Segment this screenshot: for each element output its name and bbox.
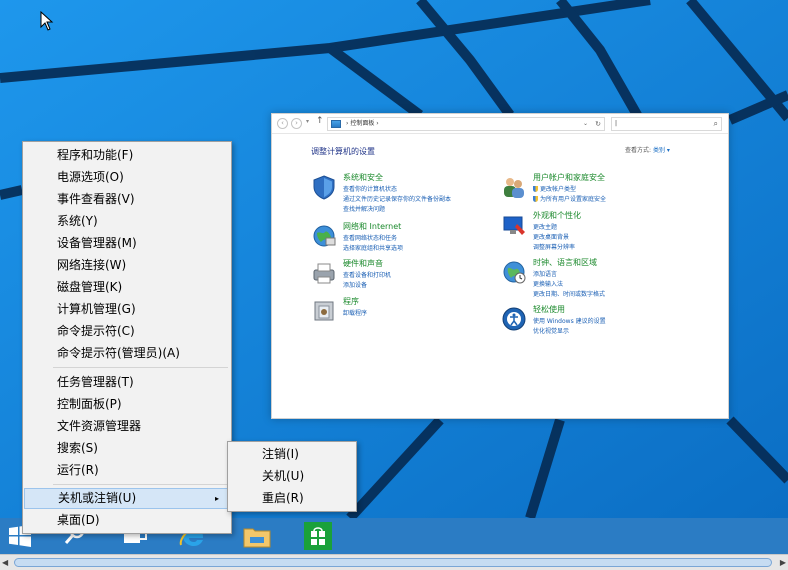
menu-item-label: 关机或注销(U) [58,491,137,505]
menu-item-desktop[interactable]: 桌面(D) [24,510,230,531]
category-title[interactable]: 用户帐户和家庭安全 [533,172,605,183]
mouse-cursor-icon [40,11,54,31]
shield-icon [313,175,335,200]
category-link[interactable]: 更改主题 [533,222,557,231]
menu-item-command-prompt-admin[interactable]: 命令提示符(管理员)(A) [24,343,230,364]
refresh-icon[interactable]: ↻ [595,118,601,130]
menu-separator [53,367,228,368]
category-network-internet[interactable]: 网络和 Internet 查看网络状态和任务 选择家庭组和共享选项 [311,221,501,261]
category-link-text: 为所有用户设置家庭安全 [540,196,607,203]
scroll-right-icon[interactable]: ▶ [780,558,786,567]
printer-icon [313,263,335,284]
menu-item-disk-management[interactable]: 磁盘管理(K) [24,277,230,298]
store-icon[interactable] [303,521,333,551]
category-link[interactable]: 查看你的计算机状态 [343,184,397,193]
submenu-item-sign-out[interactable]: 注销(I) [229,444,355,465]
category-programs[interactable]: 程序 卸载程序 [311,296,501,336]
menu-item-run[interactable]: 运行(R) [24,460,230,481]
category-link[interactable]: 添加语言 [533,269,557,278]
category-title[interactable]: 网络和 Internet [343,221,401,232]
control-panel-icon [331,120,341,128]
category-link[interactable]: 调整屏幕分辨率 [533,242,575,251]
menu-item-computer-management[interactable]: 计算机管理(G) [24,299,230,320]
menu-item-shutdown-signout[interactable]: 关机或注销(U) ▸ [24,488,230,509]
category-appearance[interactable]: 外观和个性化 更改主题 更改桌面背景 调整屏幕分辨率 [501,210,691,251]
scroll-left-icon[interactable]: ◀ [2,558,8,567]
category-clock-language-region[interactable]: 时钟、语言和区域 添加语言 更换输入法 更改日期、时间或数字格式 [501,257,691,298]
scrollbar-thumb[interactable] [14,558,772,567]
address-path[interactable]: › 控制面板 › ⌄ ↻ [327,117,605,131]
view-by[interactable]: 查看方式: 类别 ▾ [625,145,670,154]
category-title[interactable]: 硬件和声音 [343,258,383,269]
view-by-dropdown[interactable]: 类别 ▾ [653,147,670,154]
address-dropdown-icon[interactable]: ⌄ [583,118,588,130]
category-link-text: 更改帐户类型 [540,186,577,193]
appearance-icon [503,216,525,235]
programs-icon [314,301,334,321]
search-icon[interactable]: ⌕ [714,118,718,130]
shutdown-submenu: 注销(I) 关机(U) 重启(R) [227,441,357,512]
category-link[interactable]: 使用 Windows 建议的设置 [533,316,606,325]
category-hardware-sound[interactable]: 硬件和声音 查看设备和打印机 添加设备 [311,258,501,298]
category-title[interactable]: 时钟、语言和区域 [533,257,597,268]
menu-item-network-connections[interactable]: 网络连接(W) [24,255,230,276]
category-link[interactable]: 查看设备和打印机 [343,270,391,279]
menu-item-system[interactable]: 系统(Y) [24,211,230,232]
category-link[interactable]: 优化视觉显示 [533,326,569,335]
category-link[interactable]: 为所有用户设置家庭安全 [533,194,606,203]
breadcrumb-sep-icon: › [346,120,349,127]
page-title: 调整计算机的设置 [311,147,375,156]
menu-item-command-prompt[interactable]: 命令提示符(C) [24,321,230,342]
users-icon [504,178,524,198]
menu-item-file-explorer[interactable]: 文件资源管理器 [24,416,230,437]
recent-dropdown-icon[interactable]: ▾ [306,118,309,125]
address-bar: ‹ › ▾ ↑ › 控制面板 › ⌄ ↻ | ⌕ [272,114,728,134]
category-link[interactable]: 查看网络状态和任务 [343,233,397,242]
submenu-arrow-icon: ▸ [214,494,219,503]
uac-shield-icon [533,186,538,192]
category-title[interactable]: 系统和安全 [343,172,383,183]
submenu-item-shut-down[interactable]: 关机(U) [229,466,355,487]
menu-item-task-manager[interactable]: 任务管理器(T) [24,372,230,393]
category-link[interactable]: 更改日期、时间或数字格式 [533,289,605,298]
category-title[interactable]: 程序 [343,296,359,307]
category-link[interactable]: 查找并解决问题 [343,204,385,213]
category-link[interactable]: 添加设备 [343,280,367,289]
submenu-item-restart[interactable]: 重启(R) [229,488,355,509]
category-user-accounts[interactable]: 用户帐户和家庭安全 更改帐户类型 为所有用户设置家庭安全 [501,172,691,212]
control-panel-window[interactable]: ‹ › ▾ ↑ › 控制面板 › ⌄ ↻ | ⌕ 调整计算机的设置 查看方式: … [271,113,729,419]
back-button[interactable]: ‹ [277,118,288,129]
category-link[interactable]: 卸载程序 [343,308,367,317]
network-icon [313,225,336,247]
breadcrumb-sep-icon: › [376,120,379,127]
winx-context-menu: 程序和功能(F) 电源选项(O) 事件查看器(V) 系统(Y) 设备管理器(M)… [22,141,232,534]
category-link[interactable]: 选择家庭组和共享选项 [343,243,403,252]
search-input[interactable]: | ⌕ [611,117,722,131]
menu-item-control-panel[interactable]: 控制面板(P) [24,394,230,415]
ease-of-access-icon [502,307,526,331]
category-title[interactable]: 外观和个性化 [533,210,581,221]
menu-item-device-manager[interactable]: 设备管理器(M) [24,233,230,254]
up-button[interactable]: ↑ [316,116,324,126]
menu-item-power-options[interactable]: 电源选项(O) [24,167,230,188]
menu-item-search[interactable]: 搜索(S) [24,438,230,459]
category-title[interactable]: 轻松使用 [533,304,565,315]
category-link[interactable]: 通过文件历史记录保存你的文件备份副本 [343,194,451,203]
forward-button[interactable]: › [291,118,302,129]
category-link[interactable]: 更换输入法 [533,279,563,288]
horizontal-scrollbar[interactable]: ◀ ▶ [0,554,788,570]
menu-item-programs-features[interactable]: 程序和功能(F) [24,145,230,166]
category-ease-of-access[interactable]: 轻松使用 使用 Windows 建议的设置 优化视觉显示 [501,304,691,344]
file-explorer-icon[interactable] [242,521,272,551]
uac-shield-icon [533,196,538,202]
clock-globe-icon [503,261,526,284]
view-by-label: 查看方式: [625,147,652,154]
menu-item-event-viewer[interactable]: 事件查看器(V) [24,189,230,210]
menu-separator [53,484,228,485]
category-link[interactable]: 更改桌面背景 [533,232,569,241]
category-system-security[interactable]: 系统和安全 查看你的计算机状态 通过文件历史记录保存你的文件备份副本 查找并解决… [311,172,501,213]
breadcrumb-control-panel[interactable]: 控制面板 [350,120,374,127]
category-link[interactable]: 更改帐户类型 [533,184,576,193]
